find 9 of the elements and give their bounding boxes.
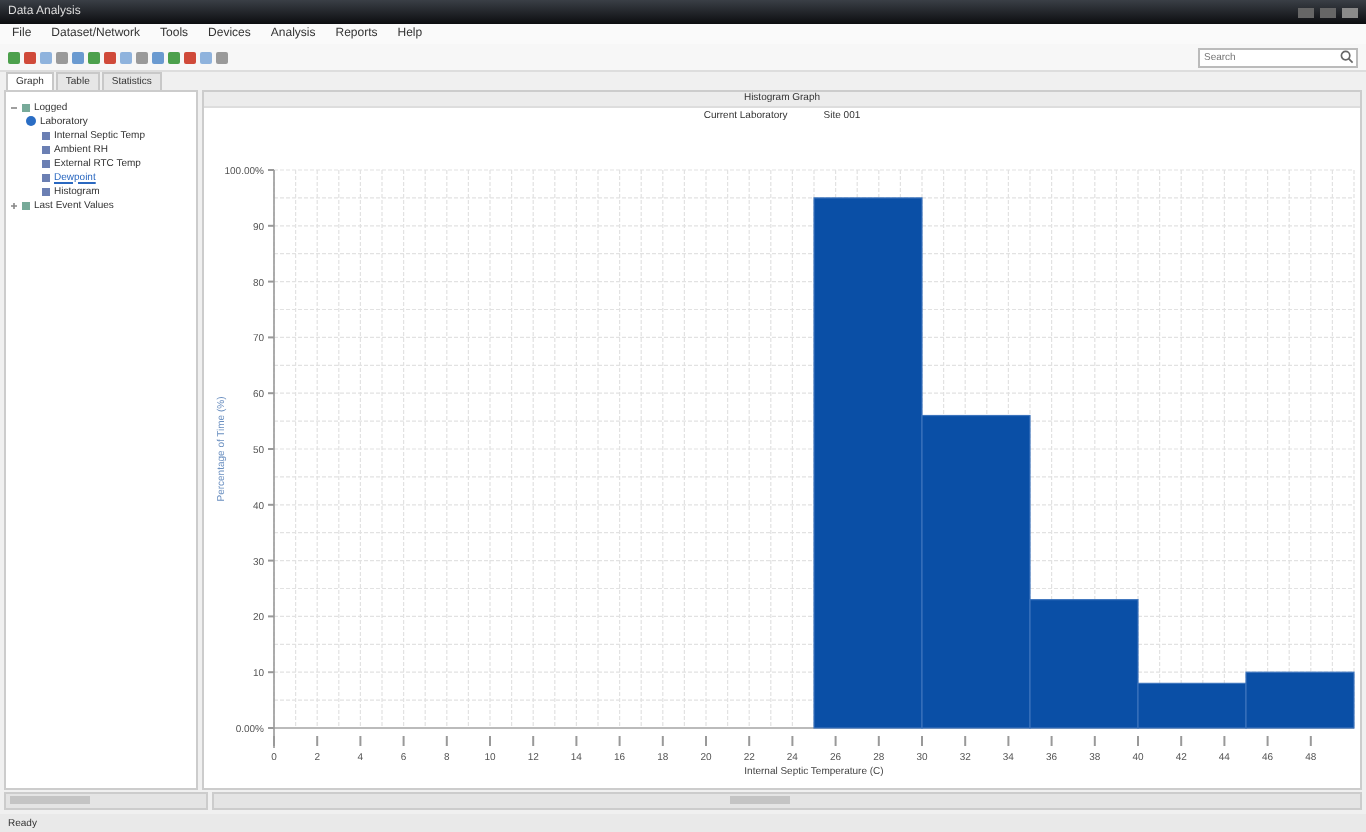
minimize-button[interactable]: [1298, 7, 1314, 17]
scrollbar[interactable]: [4, 792, 208, 810]
expand-icon[interactable]: [10, 201, 18, 209]
collapse-icon[interactable]: [10, 103, 18, 111]
search-icon: [1340, 50, 1354, 64]
histogram-bar: [1245, 671, 1355, 729]
scrollbar[interactable]: [212, 792, 1362, 810]
maximize-button[interactable]: [1320, 7, 1336, 17]
close-button[interactable]: [1342, 7, 1358, 17]
